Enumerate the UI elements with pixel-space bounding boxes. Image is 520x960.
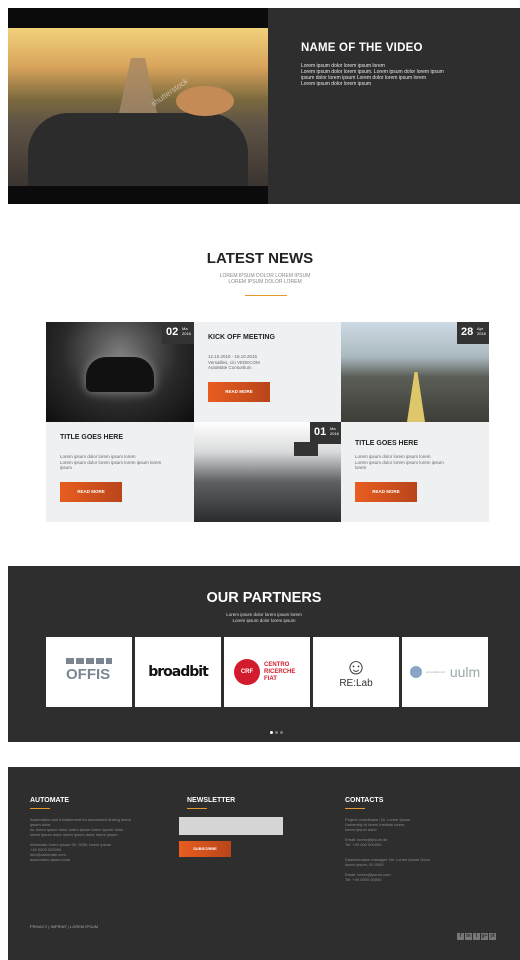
relab-text: RE:Lab — [339, 677, 373, 689]
footer: AUTOMATE Automation and Infotainment for… — [8, 767, 520, 960]
googleplus-icon[interactable]: g+ — [481, 933, 488, 940]
date-badge: 28 Apr 2016 — [457, 322, 489, 344]
footer-automate-text: Automation and Infotainment for automate… — [30, 817, 131, 862]
date-day: 02 — [166, 326, 179, 338]
footer-accent — [345, 808, 365, 809]
footer-accent — [30, 808, 50, 809]
sun-hat-image — [176, 86, 234, 116]
news-card-title: TITLE GOES HERE — [355, 440, 419, 447]
video-player[interactable]: shutterstock — [8, 8, 268, 204]
news-card-title: KICK OFF MEETING — [208, 334, 275, 341]
car-image — [86, 357, 154, 392]
carousel-dot[interactable] — [270, 731, 273, 734]
uulm-small-text: universität ulm — [425, 670, 446, 674]
news-card-text: Lorem ipsum dolor lorem ipsum lorem Lore… — [355, 454, 444, 470]
news-photo-interior[interactable]: 01 Ma 2016 — [194, 422, 342, 522]
date-badge: 01 Ma 2016 — [310, 422, 342, 444]
date-day: 28 — [461, 326, 474, 338]
video-thumbnail[interactable]: shutterstock — [8, 28, 268, 186]
partners-section: OUR PARTNERS Lorem ipsum dolor lorem ips… — [8, 566, 520, 742]
video-title: NAME OF THE VIDEO — [301, 42, 423, 54]
convertible-car-image — [28, 113, 248, 186]
news-heading: LATEST NEWS — [206, 250, 314, 267]
news-card-1: TITLE GOES HERE Lorem ipsum dolor lorem … — [46, 422, 194, 522]
news-subheading: LOREM IPSUM DOLOR LOREM IPSUM LOREM IPSU… — [219, 273, 311, 285]
linkedin-icon[interactable]: in — [465, 933, 472, 940]
read-more-button[interactable]: READ MORE — [355, 482, 417, 502]
news-card-text: Lorem ipsum dolor lorem ipsum lorem Lore… — [60, 454, 162, 470]
partners-heading: OUR PARTNERS — [206, 590, 322, 606]
video-section: shutterstock NAME OF THE VIDEO Lorem ips… — [8, 8, 520, 204]
date-month: Ma 2016 — [330, 426, 339, 436]
news-card-title: TITLE GOES HERE — [60, 434, 124, 441]
footer-accent — [187, 808, 207, 809]
crf-text: CENTRO RICERCHE FIAT — [264, 661, 296, 682]
carousel-dots — [270, 721, 285, 739]
news-accent-line — [245, 295, 287, 296]
partner-logo-broadbit[interactable]: broadbit — [135, 637, 221, 707]
broadbit-text: broadbit — [148, 664, 209, 680]
offis-text: OFFIS — [66, 666, 111, 683]
date-month: Apr 2016 — [477, 326, 486, 336]
partner-logo-crf[interactable]: CRF CENTRO RICERCHE FIAT — [224, 637, 310, 707]
twitter-icon[interactable]: t — [473, 933, 480, 940]
dashboard-screen — [294, 442, 318, 456]
road-lines — [407, 372, 425, 422]
footer-newsletter-heading: NEWSLETTER — [187, 797, 236, 804]
news-card-text: 12.10.2015 - 16.10.2016 Versailles, c/o … — [208, 354, 260, 370]
news-photo-car[interactable]: 02 Ma 2016 — [46, 322, 194, 422]
facebook-icon[interactable]: f — [457, 933, 464, 940]
news-card-2: TITLE GOES HERE Lorem ipsum dolor lorem … — [341, 422, 489, 522]
relab-smile-icon: ☺ — [344, 653, 368, 679]
subscribe-button[interactable]: SUBSCRIBE — [179, 841, 231, 857]
footer-automate-heading: AUTOMATE — [30, 797, 70, 804]
news-card-kickoff: KICK OFF MEETING 12.10.2015 - 16.10.2016… — [194, 322, 342, 422]
date-day: 01 — [314, 426, 327, 438]
partner-logo-offis[interactable]: OFFIS — [46, 637, 132, 707]
read-more-button[interactable]: READ MORE — [208, 382, 270, 402]
social-icons: f in t g+ yt — [456, 924, 496, 942]
partner-logo-uulm[interactable]: universität ulm uulm — [402, 637, 488, 707]
read-more-button[interactable]: READ MORE — [60, 482, 122, 502]
partner-logo-relab[interactable]: ☺ RE:Lab — [313, 637, 399, 707]
offis-mark — [66, 658, 112, 664]
date-badge: 02 Ma 2016 — [162, 322, 194, 344]
carousel-dot[interactable] — [280, 731, 283, 734]
footer-contacts-text: Project coordinator: Dr. Lorem Ipsum Uni… — [345, 817, 430, 882]
uulm-text: uulm — [449, 664, 481, 680]
date-month: Ma 2016 — [182, 326, 191, 336]
uulm-seal-icon — [409, 666, 422, 678]
news-photo-road[interactable]: 28 Apr 2016 — [341, 322, 489, 422]
video-description: Lorem ipsum dolor lorem ipsum lorem Lore… — [301, 63, 444, 87]
footer-contacts-heading: CONTACTS — [345, 797, 384, 804]
crf-badge: CRF — [234, 659, 260, 685]
newsletter-email-input[interactable] — [179, 817, 283, 835]
partners-subheading: Lorem ipsum dolor lorem ipsum lorem Lore… — [226, 612, 302, 623]
youtube-icon[interactable]: yt — [489, 933, 496, 940]
carousel-dot[interactable] — [275, 731, 278, 734]
footer-privacy-links[interactable]: PRIVACY | IMPRINT | LOREM IPSUM — [30, 924, 98, 929]
